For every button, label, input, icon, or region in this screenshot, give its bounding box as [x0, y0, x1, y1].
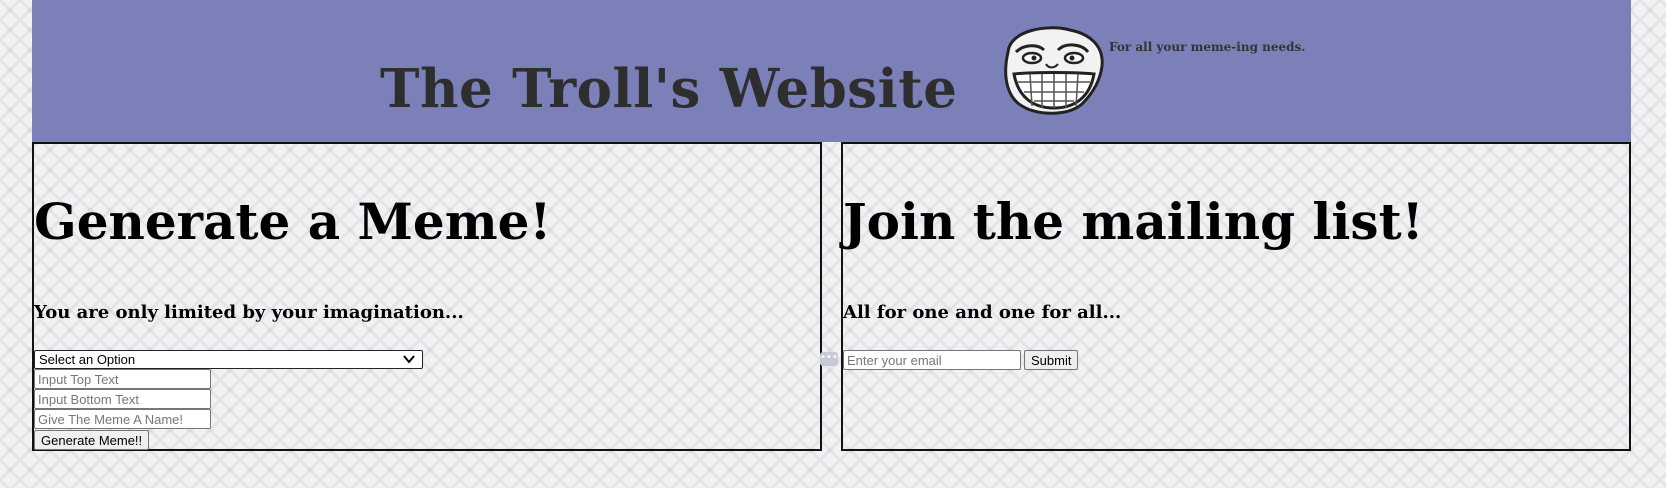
- mailing-list-panel: Join the mailing list! All for one and o…: [841, 142, 1631, 451]
- mailing-list-subheading: All for one and one for all...: [843, 302, 1122, 323]
- email-field[interactable]: [843, 350, 1021, 370]
- meme-template-select-value: Select an Option: [39, 352, 136, 367]
- meme-name-input[interactable]: [34, 409, 211, 429]
- meme-generator-heading: Generate a Meme!: [34, 192, 552, 251]
- site-header: The Troll's Website For all your meme-in…: [32, 0, 1631, 142]
- meme-generator-panel: Generate a Meme! You are only limited by…: [32, 142, 822, 451]
- submit-button[interactable]: Submit: [1024, 350, 1079, 370]
- meme-template-select[interactable]: Select an Option: [34, 350, 423, 369]
- meme-generator-subheading: You are only limited by your imagination…: [34, 302, 464, 323]
- site-title: The Troll's Website: [380, 58, 958, 120]
- top-text-input[interactable]: [34, 369, 211, 389]
- mailing-list-heading: Join the mailing list!: [843, 192, 1424, 251]
- troll-face-icon: [1004, 26, 1104, 115]
- chevron-down-icon: [403, 355, 415, 364]
- ellipsis-icon[interactable]: •••: [820, 352, 838, 366]
- generate-meme-button[interactable]: Generate Meme!!: [34, 430, 150, 450]
- bottom-text-input[interactable]: [34, 389, 211, 409]
- site-tagline: For all your meme-ing needs.: [1109, 40, 1306, 54]
